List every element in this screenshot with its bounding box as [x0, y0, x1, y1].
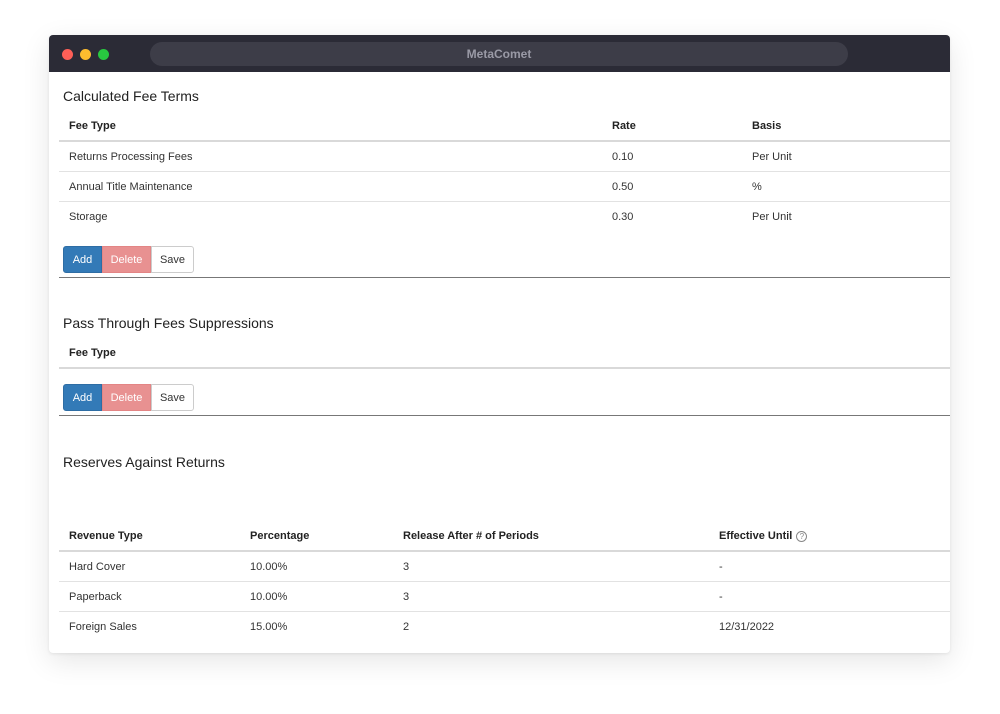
- cell-effective-until: 12/31/2022: [719, 620, 775, 633]
- column-header-fee-type: Fee Type: [59, 112, 602, 142]
- cell-release-after: 3: [393, 551, 709, 582]
- reserves-title: Reserves Against Returns: [63, 454, 225, 470]
- cell-percentage: 10.00%: [240, 551, 393, 582]
- column-header-revenue-type: Revenue Type: [59, 522, 240, 552]
- effective-until-label: Effective Until: [719, 530, 793, 542]
- delete-button[interactable]: Delete: [102, 384, 151, 411]
- table-row[interactable]: Storage 0.30 Per Unit: [59, 202, 950, 232]
- column-header-fee-type: Fee Type: [59, 339, 950, 369]
- cell-rate: 0.50: [602, 171, 742, 202]
- fee-terms-table: Fee Type Rate Basis Returns Processing F…: [59, 112, 950, 231]
- table-row[interactable]: Annual Title Maintenance 0.50 %: [59, 171, 950, 202]
- add-button[interactable]: Add: [63, 384, 102, 411]
- table-header-row: Revenue Type Percentage Release After # …: [59, 522, 950, 552]
- cell-release-after: 3: [393, 581, 709, 612]
- cell-fee-type: Annual Title Maintenance: [59, 171, 602, 202]
- help-icon[interactable]: ?: [796, 531, 808, 542]
- column-header-effective-until: Effective Until?: [709, 522, 950, 552]
- cell-fee-type: Storage: [69, 210, 108, 223]
- fee-terms-title: Calculated Fee Terms: [63, 88, 199, 104]
- column-header-percentage: Percentage: [240, 522, 393, 552]
- cell-rate: 0.30: [612, 210, 634, 223]
- table-row[interactable]: Hard Cover 10.00% 3 -: [59, 551, 950, 582]
- cell-rate: 0.10: [602, 141, 742, 172]
- table-row[interactable]: Foreign Sales 15.00% 2 12/31/2022: [59, 612, 950, 642]
- column-header-basis: Basis: [742, 112, 950, 142]
- fee-terms-button-group: Add Delete Save: [63, 246, 194, 273]
- cell-revenue-type: Foreign Sales: [69, 620, 137, 633]
- main-content: Calculated Fee Terms Fee Type Rate Basis…: [49, 72, 950, 653]
- table-row[interactable]: Returns Processing Fees 0.10 Per Unit: [59, 141, 950, 172]
- window-title: MetaComet: [150, 42, 848, 66]
- cell-percentage: 15.00%: [250, 620, 288, 633]
- maximize-window-button[interactable]: [98, 49, 109, 60]
- app-window: MetaComet Calculated Fee Terms Fee Type …: [49, 35, 950, 653]
- delete-button[interactable]: Delete: [102, 246, 151, 273]
- column-header-release-after: Release After # of Periods: [393, 522, 709, 552]
- table-header-row: Fee Type Rate Basis: [59, 112, 950, 142]
- cell-fee-type: Returns Processing Fees: [59, 141, 602, 172]
- cell-effective-until: -: [709, 551, 950, 582]
- cell-revenue-type: Paperback: [59, 581, 240, 612]
- close-window-button[interactable]: [62, 49, 73, 60]
- cell-percentage: 10.00%: [240, 581, 393, 612]
- minimize-window-button[interactable]: [80, 49, 91, 60]
- add-button[interactable]: Add: [63, 246, 102, 273]
- save-button[interactable]: Save: [151, 246, 194, 273]
- column-header-rate: Rate: [602, 112, 742, 142]
- save-button[interactable]: Save: [151, 384, 194, 411]
- cell-effective-until: -: [709, 581, 950, 612]
- cell-basis: Per Unit: [742, 141, 950, 172]
- section-divider: [59, 277, 950, 278]
- cell-basis: %: [742, 171, 950, 202]
- table-header-row: Fee Type: [59, 339, 950, 369]
- table-row[interactable]: Paperback 10.00% 3 -: [59, 581, 950, 612]
- title-bar: MetaComet: [49, 35, 950, 72]
- cell-release-after: 2: [403, 620, 410, 633]
- section-divider: [59, 415, 950, 416]
- cell-basis: Per Unit: [752, 210, 792, 223]
- cell-revenue-type: Hard Cover: [59, 551, 240, 582]
- suppressions-button-group: Add Delete Save: [63, 384, 194, 411]
- suppressions-table: Fee Type: [59, 339, 950, 369]
- suppressions-title: Pass Through Fees Suppressions: [63, 315, 274, 331]
- reserves-table: Revenue Type Percentage Release After # …: [59, 522, 950, 641]
